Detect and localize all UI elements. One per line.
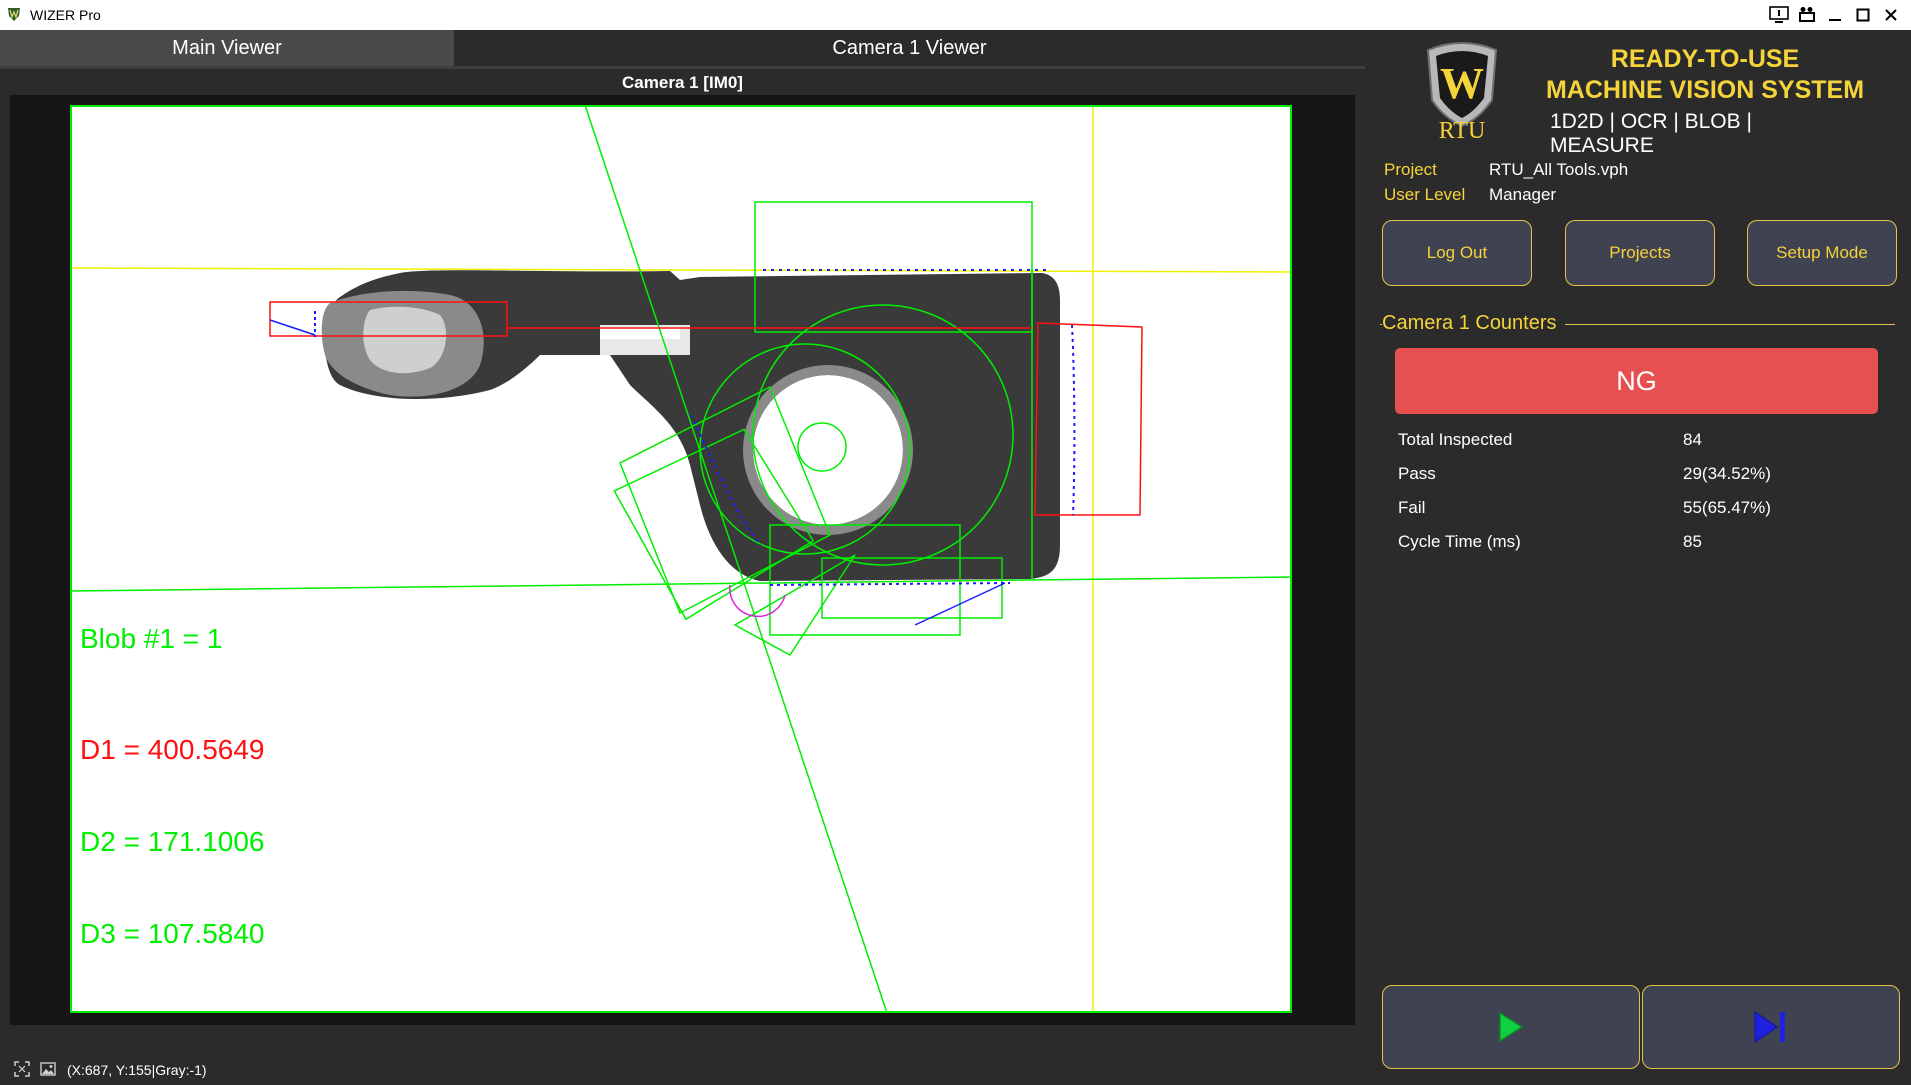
tab-divider xyxy=(0,66,1365,69)
tool-list: 1D2D | OCR | BLOB | MEASURE xyxy=(1550,110,1752,157)
close-icon[interactable] xyxy=(1879,3,1903,27)
monitor-info-icon[interactable] xyxy=(1767,3,1791,27)
title-bar: WIZER Pro xyxy=(0,0,1911,31)
fit-to-window-icon[interactable] xyxy=(14,1061,30,1077)
counter-value-fail: 55(65.47%) xyxy=(1683,498,1771,517)
run-button[interactable] xyxy=(1382,985,1640,1069)
counter-label-total: Total Inspected xyxy=(1398,430,1513,449)
viewer-caption: Camera 1 [IM0] xyxy=(622,73,743,92)
app-icon xyxy=(8,8,20,21)
counter-label-fail: Fail xyxy=(1398,498,1426,517)
project-value: RTU_All Tools.vph xyxy=(1489,160,1629,179)
counter-value-cycle-time: 85 xyxy=(1683,532,1702,551)
window-title: WIZER Pro xyxy=(30,7,101,23)
minimize-icon[interactable] xyxy=(1823,3,1847,27)
logo-text: RTU xyxy=(1439,118,1486,140)
user-level-value: Manager xyxy=(1489,185,1557,204)
result-badge: NG xyxy=(1395,348,1878,414)
counters-title: Camera 1 Counters xyxy=(1382,312,1565,335)
counter-label-pass: Pass xyxy=(1398,464,1436,483)
camera-settings-icon[interactable] xyxy=(1795,3,1819,27)
viewer-tabs: Main Viewer Camera 1 Viewer xyxy=(0,30,1365,66)
blob-result: Blob #1 = 1 xyxy=(80,623,222,654)
counter-value-total: 84 xyxy=(1683,430,1702,449)
tab-camera-1-viewer[interactable]: Camera 1 Viewer xyxy=(454,30,1365,66)
headline: READY-TO-USE MACHINE VISION SYSTEM xyxy=(1520,44,1890,106)
logo-letter: W xyxy=(1440,59,1484,108)
step-button[interactable] xyxy=(1642,985,1900,1069)
counter-label-cycle-time: Cycle Time (ms) xyxy=(1398,532,1521,551)
status-bar: (X:687, Y:155|Gray:-1) xyxy=(0,1053,1372,1085)
measurement-d1: D1 = 400.5649 xyxy=(80,734,265,765)
counter-value-pass: 29(34.52%) xyxy=(1683,464,1771,483)
project-label: Project xyxy=(1384,160,1437,179)
tab-main-viewer[interactable]: Main Viewer xyxy=(0,30,454,66)
headline-line-1: READY-TO-USE xyxy=(1610,45,1800,73)
measurement-d3: D3 = 107.5840 xyxy=(80,918,265,949)
measurement-d2: D2 = 171.1006 xyxy=(80,826,265,857)
log-out-button[interactable]: Log Out xyxy=(1382,220,1532,286)
rtu-logo: W RTU xyxy=(1426,42,1498,140)
image-icon[interactable] xyxy=(40,1061,56,1077)
control-panel: W RTU READY-TO-USE MACHINE VISION SYSTEM… xyxy=(1372,30,1911,1069)
inspection-image[interactable]: Blob #1 = 1 D1 = 400.5649 D2 = 171.1006 … xyxy=(70,105,1292,1013)
play-icon xyxy=(1499,1011,1524,1043)
maximize-icon[interactable] xyxy=(1851,3,1875,27)
projects-button[interactable]: Projects xyxy=(1565,220,1715,286)
step-forward-icon xyxy=(1754,1010,1785,1044)
image-background xyxy=(70,105,1292,1013)
cursor-coordinates: (X:687, Y:155|Gray:-1) xyxy=(67,1062,207,1078)
setup-mode-button[interactable]: Setup Mode xyxy=(1747,220,1897,286)
user-level-label: User Level xyxy=(1384,185,1466,204)
headline-line-2: MACHINE VISION SYSTEM xyxy=(1545,76,1865,104)
